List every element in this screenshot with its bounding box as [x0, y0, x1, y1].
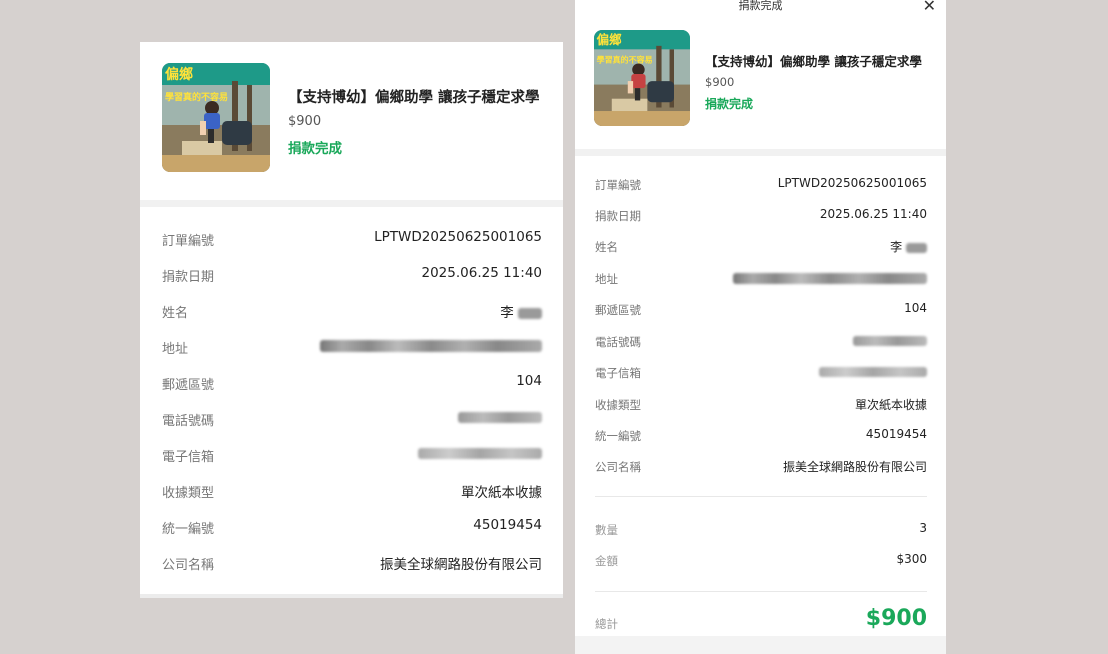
detail-row-postal-code: 郵遞區號 104: [595, 300, 927, 318]
detail-label: 統一編號: [595, 429, 641, 443]
detail-value: 104: [904, 301, 927, 315]
detail-row-phone: 電話號碼: [162, 408, 542, 429]
detail-row-date: 捐款日期 2025.06.25 11:40: [162, 264, 543, 285]
name-surname: 李: [500, 305, 514, 321]
donation-status: 捐款完成: [705, 97, 754, 111]
detail-row-email: 電子信箱: [162, 444, 542, 465]
detail-value: 104: [516, 373, 542, 389]
quantity-value: 3: [919, 521, 927, 535]
detail-value: 振美全球網路股份有限公司: [782, 460, 927, 474]
redacted-given-name: [906, 242, 927, 253]
detail-label: 郵遞區號: [162, 378, 215, 393]
detail-value: 單次紙本收據: [854, 398, 927, 412]
campaign-title: 【支持博幼】偏鄉助學 讓孩子穩定求學: [288, 90, 540, 106]
detail-row-order-number: 訂單編號 LPTWD20250625001065: [162, 228, 542, 249]
detail-value-name: 李: [890, 238, 927, 255]
quantity-label: 數量: [595, 523, 618, 537]
order-detail-panel-left: 偏鄉 學習真的不容易 【支持博幼】偏鄉助學 讓孩子穩定求學 $900 捐款完成 …: [140, 42, 563, 598]
campaign-thumbnail: 偏鄉 學習真的不容易: [594, 30, 690, 126]
summary-row-total: 總計 $900: [595, 606, 927, 636]
campaign-thumbnail: 偏鄉 學習真的不容易: [162, 63, 270, 172]
detail-label: 郵遞區號: [595, 303, 641, 317]
detail-row-receipt-type: 收據類型 單次紙本收據: [595, 395, 927, 413]
detail-row-date: 捐款日期 2025.06.25 11:40: [595, 206, 927, 224]
detail-label: 收據類型: [595, 398, 641, 412]
redacted-email: [819, 364, 927, 380]
campaign-price: $900: [705, 75, 735, 89]
detail-value: 振美全球網路股份有限公司: [380, 557, 542, 573]
total-divider: [595, 591, 927, 592]
detail-label: 姓名: [595, 240, 618, 254]
detail-label: 訂單編號: [595, 178, 641, 192]
detail-label: 地址: [162, 342, 189, 357]
detail-row-name: 姓名 李: [595, 237, 927, 255]
redacted-email: [418, 445, 542, 463]
amount-label: 金額: [595, 554, 618, 568]
detail-label: 公司名稱: [162, 558, 215, 573]
order-detail-modal: 捐款完成 ✕ 偏鄉 學習真的不容易 【支持博幼】偏鄉助學 讓孩子穩定求學 $90…: [575, 0, 946, 654]
campaign-info: 【支持博幼】偏鄉助學 讓孩子穩定求學 $900 捐款完成: [288, 86, 540, 157]
detail-value: LPTWD20250625001065: [777, 176, 927, 190]
redacted-phone: [853, 333, 927, 349]
detail-row-phone: 電話號碼: [595, 332, 927, 350]
campaign-title: 【支持博幼】偏鄉助學 讓孩子穩定求學: [705, 54, 922, 69]
detail-row-postal-code: 郵遞區號 104: [162, 372, 542, 393]
name-surname: 李: [890, 240, 903, 254]
detail-label: 捐款日期: [162, 270, 215, 285]
redacted-given-name: [518, 307, 542, 319]
redacted-address: [733, 270, 927, 287]
detail-label: 電子信箱: [595, 366, 641, 380]
redacted-address: [320, 337, 542, 356]
detail-row-tax-id: 統一編號 45019454: [595, 426, 927, 444]
summary-row-quantity: 數量 3: [595, 520, 927, 538]
summary-row-amount: 金額 $300: [595, 551, 927, 569]
summary-divider: [595, 496, 927, 497]
amount-value: $300: [896, 552, 927, 566]
detail-label: 電話號碼: [162, 414, 215, 429]
thumb-text-bottom: 學習真的不容易: [165, 91, 228, 103]
section-divider: [140, 200, 563, 207]
detail-row-company: 公司名稱 振美全球網路股份有限公司: [595, 457, 927, 475]
campaign-price: $900: [288, 114, 322, 129]
detail-row-receipt-type: 收據類型 單次紙本收據: [162, 480, 542, 501]
detail-value: 45019454: [473, 517, 542, 533]
detail-label: 訂單編號: [162, 234, 215, 249]
detail-label: 電子信箱: [162, 450, 215, 465]
detail-row-address: 地址: [595, 269, 927, 287]
bottom-divider: [140, 594, 563, 598]
total-value: $900: [865, 606, 927, 631]
detail-label: 姓名: [162, 306, 189, 321]
detail-row-company: 公司名稱 振美全球網路股份有限公司: [162, 552, 542, 573]
detail-label: 統一編號: [162, 522, 215, 537]
detail-row-address: 地址: [162, 336, 542, 357]
detail-value: 2025.06.25 11:40: [819, 207, 927, 221]
detail-label: 收據類型: [162, 486, 215, 501]
redacted-phone: [458, 409, 542, 427]
detail-label: 地址: [595, 272, 618, 286]
detail-value: 2025.06.25 11:40: [421, 265, 543, 281]
modal-footer: [575, 636, 946, 654]
modal-header: 捐款完成 ✕: [575, 0, 946, 15]
detail-row-order-number: 訂單編號 LPTWD20250625001065: [595, 175, 927, 193]
donation-status: 捐款完成: [288, 141, 342, 157]
detail-row-email: 電子信箱: [595, 363, 927, 381]
detail-row-name: 姓名 李: [162, 300, 542, 321]
section-divider: [575, 149, 946, 156]
total-label: 總計: [595, 617, 618, 631]
modal-title: 捐款完成: [738, 0, 783, 12]
detail-value: 單次紙本收據: [461, 485, 542, 501]
close-icon[interactable]: ✕: [923, 0, 936, 15]
detail-label: 電話號碼: [595, 335, 641, 349]
detail-value-name: 李: [500, 301, 542, 321]
thumb-text-top: 偏鄉: [597, 32, 622, 47]
thumb-text-top: 偏鄉: [165, 66, 193, 83]
thumb-text-bottom: 學習真的不容易: [597, 55, 653, 65]
detail-value: 45019454: [865, 427, 927, 441]
detail-row-tax-id: 統一編號 45019454: [162, 516, 542, 537]
detail-value: LPTWD20250625001065: [374, 229, 542, 245]
campaign-info: 【支持博幼】偏鄉助學 讓孩子穩定求學 $900 捐款完成: [705, 51, 922, 112]
detail-label: 公司名稱: [595, 460, 641, 474]
detail-label: 捐款日期: [595, 209, 641, 223]
